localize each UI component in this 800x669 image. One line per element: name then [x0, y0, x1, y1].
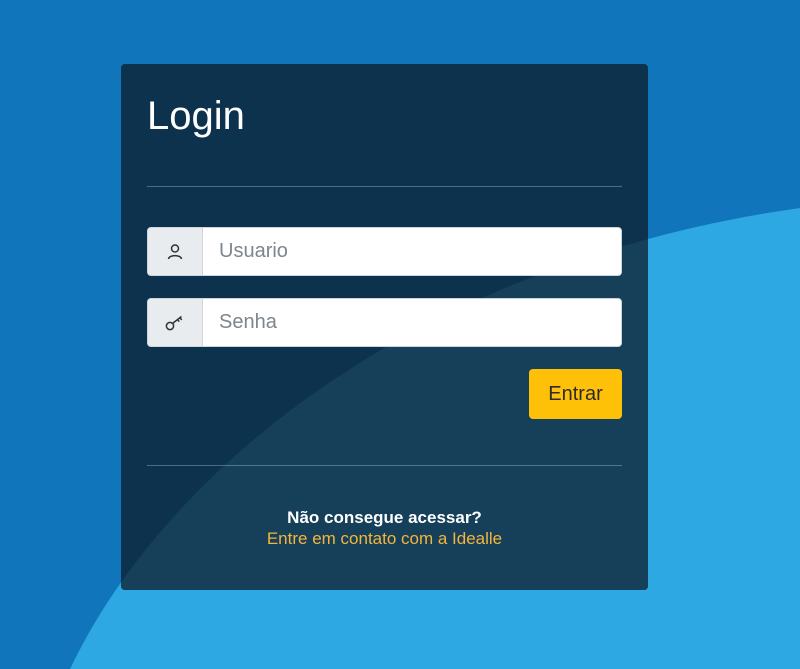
key-icon	[148, 299, 203, 346]
login-form: Login Entrar	[121, 64, 648, 590]
help-question: Não consegue acessar?	[287, 508, 482, 527]
top-divider	[147, 186, 622, 187]
username-group	[147, 227, 622, 276]
contact-link[interactable]: Entre em contato com a Idealle	[121, 529, 648, 549]
enter-button[interactable]: Entrar	[529, 369, 622, 419]
login-card: Login Entrar	[121, 64, 648, 590]
password-group	[147, 298, 622, 347]
username-input[interactable]	[203, 228, 621, 275]
password-input[interactable]	[203, 299, 621, 346]
bottom-divider	[147, 465, 622, 466]
login-title: Login	[147, 94, 245, 138]
user-icon	[148, 228, 203, 275]
